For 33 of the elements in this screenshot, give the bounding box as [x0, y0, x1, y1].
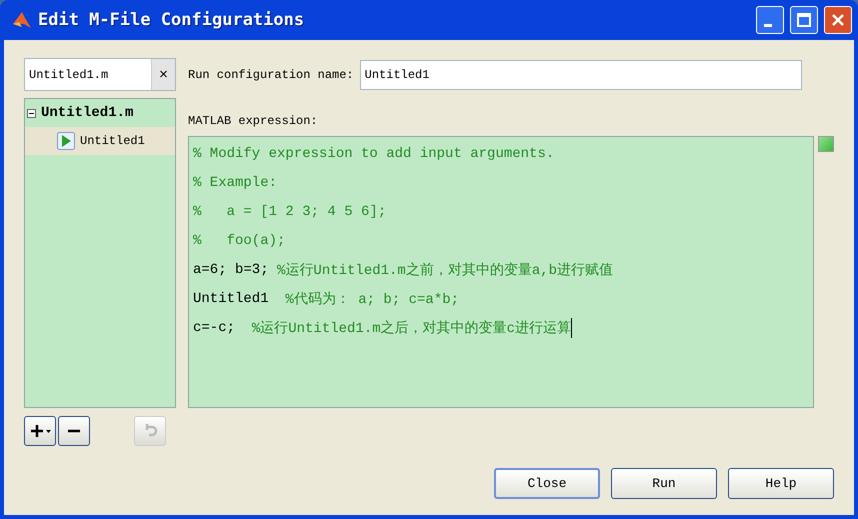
code-line: c=-c; %运行Untitled1.m之后，对其中的变量c进行运算 — [193, 316, 574, 340]
tree-item[interactable]: Untitled1 — [25, 127, 175, 155]
close-icon — [831, 13, 845, 27]
dialog-button[interactable]: Close — [494, 468, 600, 499]
window-title: Edit M-File Configurations — [38, 10, 306, 30]
play-icon — [57, 132, 75, 150]
code-line: % Example: — [193, 174, 278, 192]
logo-icon — [12, 10, 32, 30]
maximize-button[interactable] — [790, 6, 818, 34]
add-button[interactable] — [24, 416, 56, 446]
minimize-icon — [764, 24, 772, 26]
caret-icon — [46, 430, 50, 432]
plus-icon — [30, 424, 44, 438]
clear-button[interactable]: × — [151, 59, 175, 90]
dialog-button[interactable]: Run — [611, 468, 717, 499]
expression-editor[interactable]: % Modify expression to add input arguments. % Example: % a = [1 2 3; 4 5 6]; % foo(a); a=6; b=3; %运行Untitled1.m之前，对其中的变量a,b进行赋值 Untitled1 %代码为： a; b; c=a*b; c=-c; %运行Untitled1.m之后，对其中的变量c进行运算 — [188, 136, 814, 408]
minimize-button[interactable] — [756, 6, 784, 34]
config-name-label: Run configuration name: — [188, 68, 354, 82]
expression-label: MATLAB expression: — [188, 114, 319, 128]
filter-field[interactable]: Untitled1.m × — [24, 58, 176, 91]
tree-item[interactable]: Untitled1.m — [25, 99, 175, 127]
code-line: Untitled1 %代码为： a; b; c=a*b; — [193, 290, 460, 310]
dialog-button[interactable]: Help — [728, 468, 834, 499]
config-name-field[interactable]: Untitled1 — [360, 60, 802, 90]
code-line: % foo(a); — [193, 232, 286, 250]
code-line: % Modify expression to add input arguments. — [193, 144, 556, 164]
close-button[interactable] — [824, 6, 852, 34]
code-line: a=6; b=3; %运行Untitled1.m之前，对其中的变量a,b进行赋值 — [193, 260, 614, 280]
maximize-icon — [797, 13, 811, 27]
remove-button[interactable] — [58, 416, 90, 446]
code-line: % a = [1 2 3; 4 5 6]; — [193, 202, 388, 222]
status-indicator — [818, 136, 834, 152]
collapse-icon[interactable] — [27, 108, 36, 118]
